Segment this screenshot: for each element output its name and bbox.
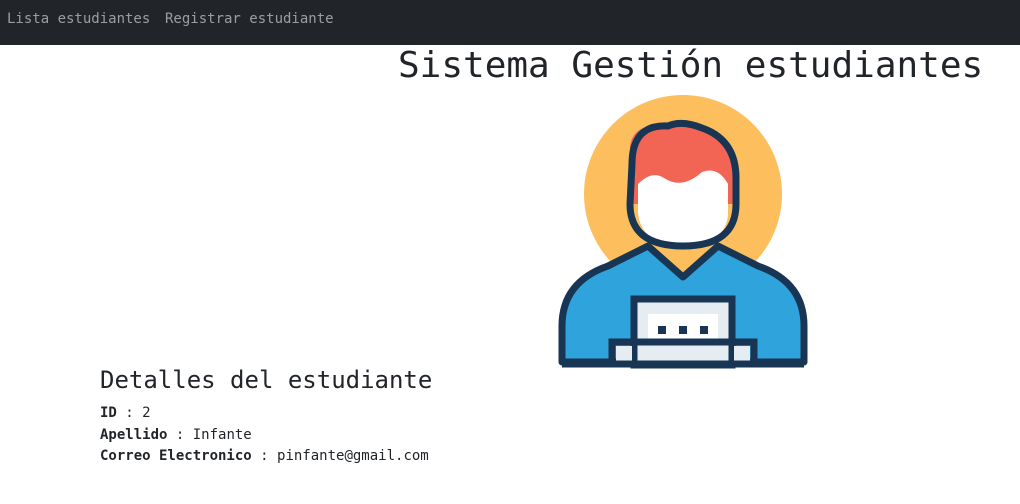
details-title: Detalles del estudiante [100,366,433,394]
student-avatar-icon [558,95,808,369]
detail-label: ID [100,405,117,421]
detail-row-apellido: Apellido : Infante [100,425,252,445]
detail-value: 2 [142,405,151,421]
detail-separator: : [251,448,278,464]
detail-row-correo: Correo Electronico : pinfante@gmail.com [100,446,429,466]
nav-link-registrar-estudiante[interactable]: Registrar estudiante [165,11,334,27]
detail-row-id: ID : 2 [100,403,151,423]
detail-value: pinfante@gmail.com [277,448,429,464]
detail-label: Correo Electronico [100,448,252,464]
nav-link-lista-estudiantes[interactable]: Lista estudiantes [7,11,150,27]
detail-value: Infante [192,427,252,443]
top-navbar: Lista estudiantes Registrar estudiante [0,0,1020,45]
detail-separator: : [116,405,143,421]
detail-label: Apellido [100,427,168,443]
detail-separator: : [167,427,193,443]
page-title: Sistema Gestión estudiantes [398,45,984,86]
